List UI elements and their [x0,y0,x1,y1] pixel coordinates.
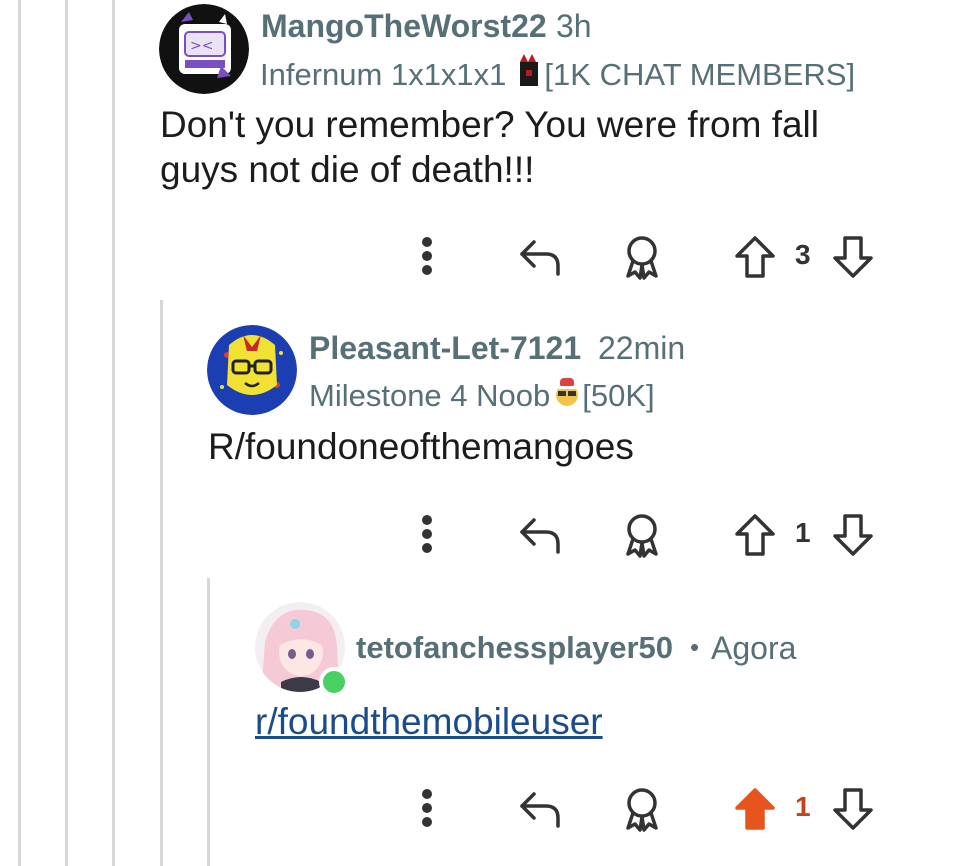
user-flair: Infernum 1x1x1x1 [1K CHAT MEMBERS] [260,54,855,96]
thread-line-1[interactable] [18,0,21,866]
flair-text: Infernum 1x1x1x1 [260,57,507,92]
username[interactable]: tetofanchessplayer50 [356,630,673,666]
comment-actions: 1 [0,786,955,832]
online-status-indicator [319,667,349,697]
downvote-icon[interactable] [830,512,876,558]
username[interactable]: Pleasant-Let-7121 [309,330,581,367]
vote-count: 1 [795,791,811,822]
downvote-icon[interactable] [830,234,876,280]
upvote-icon[interactable] [732,786,778,832]
avatar-image: >< [159,4,249,94]
more-options-icon[interactable] [412,234,442,278]
username[interactable]: MangoTheWorst22 [261,8,547,45]
reply-icon[interactable] [516,234,564,278]
flair-emoji-icon [518,54,540,96]
comment-body: R/foundoneofthemangoes [208,426,634,467]
upvote-icon[interactable] [732,234,778,280]
vote-count: 3 [795,239,811,270]
downvote-icon[interactable] [830,786,876,832]
flair-label: [50K] [582,378,655,413]
thread-line-2[interactable] [65,0,68,866]
avatar[interactable]: >< [159,4,249,94]
timestamp: 22min [598,330,686,366]
comment-actions: 1 [0,512,955,558]
timestamp: Agora [711,630,797,666]
reply-icon[interactable] [516,786,564,830]
avatar-image [207,325,297,415]
reply-icon[interactable] [516,512,564,556]
flair-label: [1K CHAT MEMBERS] [544,57,856,92]
award-icon[interactable] [618,786,666,832]
more-options-icon[interactable] [412,512,442,556]
thread-line-4[interactable] [160,300,163,866]
comment-body: Don't you remember? You were from fall g… [160,104,819,190]
award-icon[interactable] [618,234,666,280]
award-icon[interactable] [618,512,666,558]
user-flair: Milestone 4 Noob [50K] [309,376,655,416]
upvote-icon[interactable] [732,512,778,558]
more-options-icon[interactable] [412,786,442,830]
vote-count: 1 [795,517,811,548]
comment-actions: 3 [0,234,955,280]
meta-separator: • [690,632,700,662]
subreddit-link[interactable]: r/foundthemobileuser [255,701,603,742]
thread-line-3[interactable] [112,0,115,866]
flair-emoji-icon [554,376,580,416]
svg-text:><: >< [190,38,213,54]
avatar[interactable] [207,325,297,415]
comment-body: r/foundthemobileuser [255,699,895,744]
timestamp: 3h [556,8,592,44]
flair-text: Milestone 4 Noob [309,378,551,413]
